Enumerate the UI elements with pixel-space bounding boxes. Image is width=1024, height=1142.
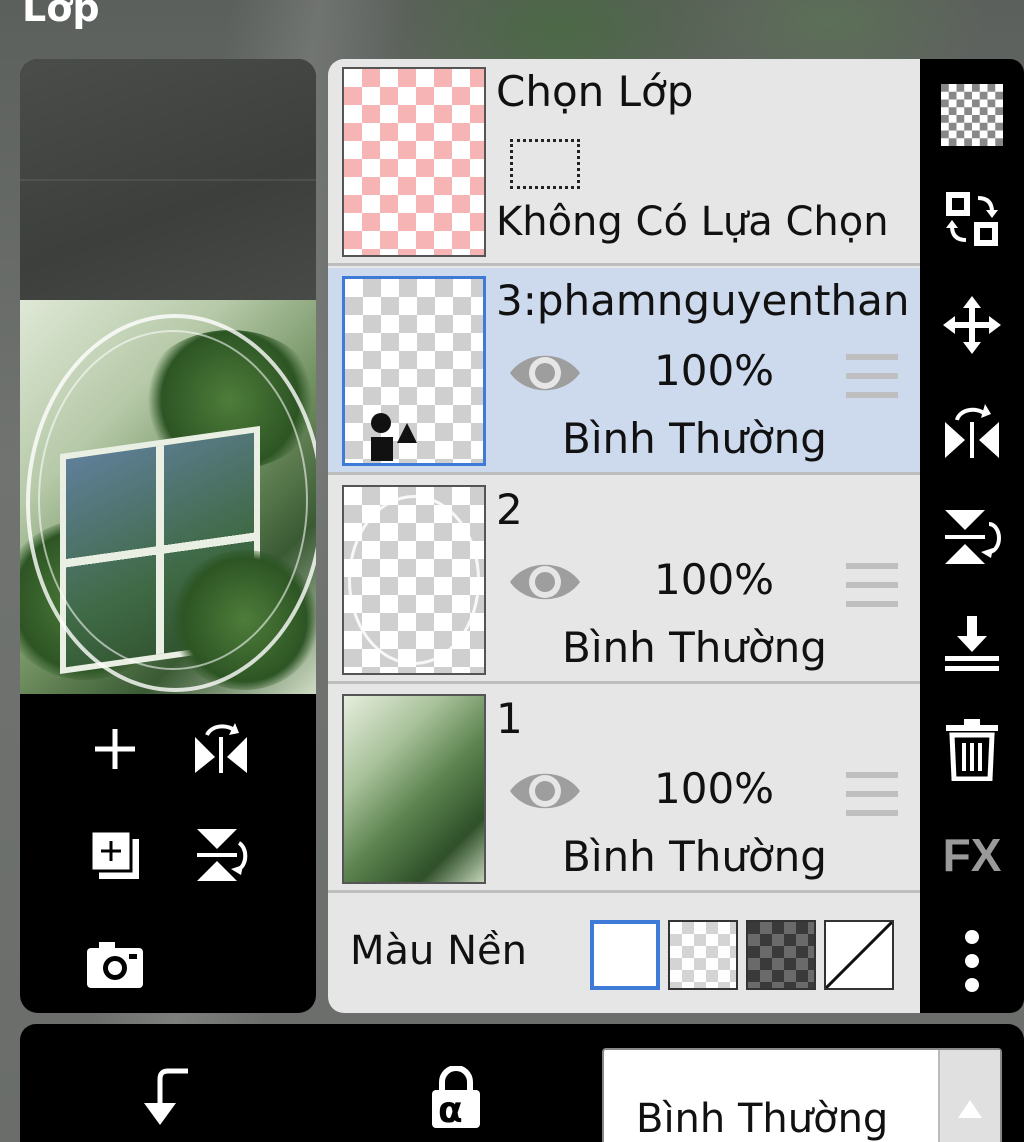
visibility-eye-icon[interactable] xyxy=(508,557,582,607)
dropdown-arrow-icon[interactable] xyxy=(938,1050,1000,1142)
swatch-dark-checker[interactable] xyxy=(746,920,816,990)
marquee-icon xyxy=(510,139,580,189)
fx-label: FX xyxy=(942,829,1002,881)
alpha-symbol: α xyxy=(438,1090,463,1131)
flip-vertical-icon[interactable] xyxy=(936,501,1008,573)
layer-name: 2 xyxy=(496,485,523,534)
duplicate-layer-icon[interactable] xyxy=(80,820,150,890)
layer-tools-column: FX xyxy=(920,59,1024,1013)
selection-layer-row[interactable]: Chọn Lớp Không Có Lựa Chọn xyxy=(328,59,920,266)
background-color-label: Màu Nền xyxy=(350,928,527,974)
move-icon[interactable] xyxy=(936,289,1008,361)
layer-row[interactable]: 1 100% Bình Thường xyxy=(328,686,920,893)
trash-icon[interactable] xyxy=(936,713,1008,785)
fx-icon[interactable]: FX xyxy=(936,819,1008,891)
alpha-lock-icon[interactable]: α xyxy=(416,1058,496,1138)
layer-thumbnail xyxy=(342,485,486,675)
swatch-white[interactable] xyxy=(590,920,660,990)
layer-name: 1 xyxy=(496,694,523,743)
merge-down-icon[interactable] xyxy=(936,607,1008,679)
layer-thumbnail xyxy=(342,276,486,466)
layer-row[interactable]: 2 100% Bình Thường xyxy=(328,477,920,684)
layer-thumbnail xyxy=(342,694,486,884)
blend-mode-select[interactable]: Bình Thường xyxy=(602,1048,1002,1142)
layer-row[interactable]: 3:phamnguyenthan 100% Bình Thường xyxy=(328,268,920,475)
layer-opacity[interactable]: 100% xyxy=(654,764,774,813)
selection-layer-thumbnail xyxy=(342,67,486,257)
selection-status: Không Có Lựa Chọn xyxy=(496,199,889,245)
swatch-transparent[interactable] xyxy=(668,920,738,990)
layer-list: Chọn Lớp Không Có Lựa Chọn 3:phamnguyent… xyxy=(328,59,920,1013)
flip-vertical-icon[interactable] xyxy=(186,820,256,890)
drag-handle-icon[interactable] xyxy=(846,563,898,607)
canvas-thumbnail[interactable] xyxy=(20,300,316,694)
page-title: Lớp xyxy=(22,0,100,30)
flip-horizontal-icon[interactable] xyxy=(186,714,256,784)
blend-mode-value: Bình Thường xyxy=(636,1096,889,1142)
layer-name: 3:phamnguyenthan xyxy=(496,276,910,325)
layer-blend-mode: Bình Thường xyxy=(562,832,827,881)
drag-handle-icon[interactable] xyxy=(846,772,898,816)
swatch-none[interactable] xyxy=(824,920,894,990)
preview-empty-area xyxy=(20,59,316,300)
checkerboard-icon[interactable] xyxy=(936,79,1008,151)
layer-artwork xyxy=(384,565,448,605)
add-layer-icon[interactable] xyxy=(80,714,150,784)
more-vertical-icon[interactable] xyxy=(936,925,1008,997)
selection-layer-title: Chọn Lớp xyxy=(496,67,694,116)
visibility-eye-icon[interactable] xyxy=(508,348,582,398)
layer-blend-mode: Bình Thường xyxy=(562,414,827,463)
layer-opacity[interactable]: 100% xyxy=(654,346,774,395)
drag-handle-icon[interactable] xyxy=(846,354,898,398)
preview-tools xyxy=(20,694,316,1013)
layer-blend-mode: Bình Thường xyxy=(562,623,827,672)
visibility-eye-icon[interactable] xyxy=(508,766,582,816)
clipping-arrow-icon[interactable] xyxy=(126,1058,206,1138)
shape-layer-icon xyxy=(371,413,417,461)
background-color-row: Màu Nền xyxy=(328,896,920,1013)
swap-layers-icon[interactable] xyxy=(936,183,1008,255)
canvas-artwork xyxy=(100,480,250,560)
layer-opacity[interactable]: 100% xyxy=(654,555,774,604)
camera-icon[interactable] xyxy=(80,930,150,1000)
flip-horizontal-icon[interactable] xyxy=(936,395,1008,467)
bottom-bar: α Bình Thường xyxy=(20,1024,1024,1142)
canvas-preview-panel xyxy=(20,59,316,1013)
